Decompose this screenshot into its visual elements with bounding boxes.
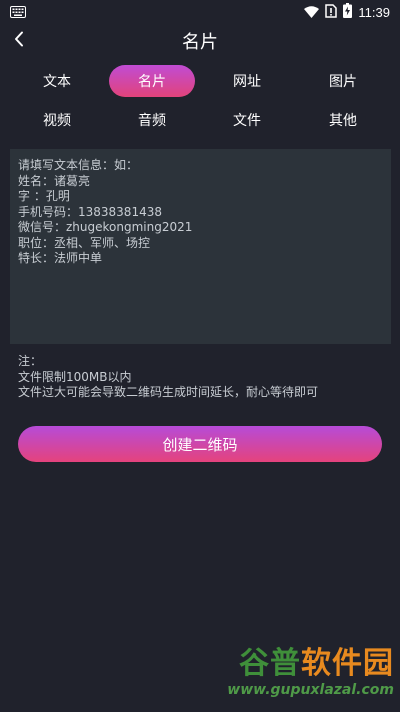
- page-title: 名片: [182, 32, 218, 53]
- watermark-title: 谷普软件园: [239, 647, 394, 681]
- watermark-title-part2: 软件园: [301, 646, 394, 681]
- status-bar: 11:39: [0, 0, 400, 24]
- tab-file[interactable]: 文件: [199, 104, 295, 136]
- header: 名片: [0, 24, 400, 58]
- battery-charging-icon: [343, 2, 353, 22]
- note: 注： 文件限制100MB以内 文件过大可能会导致二维码生成时间延长，耐心等待即可: [18, 354, 388, 401]
- tab-other[interactable]: 其他: [295, 104, 391, 136]
- tab-image[interactable]: 图片: [295, 65, 391, 97]
- tab-video[interactable]: 视频: [9, 104, 105, 136]
- keyboard-icon: [10, 3, 26, 22]
- tab-business-card[interactable]: 名片: [109, 65, 195, 97]
- note-line-2: 文件过大可能会导致二维码生成时间延长，耐心等待即可: [18, 385, 319, 399]
- back-button[interactable]: [8, 27, 30, 55]
- tabs-row-1: 文本 名片 网址 图片: [0, 65, 400, 97]
- no-sim-icon: [325, 3, 338, 22]
- chevron-left-icon: [14, 31, 24, 51]
- tab-audio[interactable]: 音频: [109, 104, 195, 136]
- note-label: 注：: [18, 354, 43, 368]
- status-time: 11:39: [358, 4, 390, 20]
- watermark-url: www.gupuxlazal.com: [227, 682, 394, 698]
- watermark-logo: 谷普软件园 www.gupuxlazal.com: [214, 647, 394, 707]
- tabs-row-2: 视频 音频 文件 其他: [0, 104, 400, 136]
- tab-text[interactable]: 文本: [9, 65, 105, 97]
- watermark-title-part1: 谷普: [239, 646, 301, 681]
- text-input[interactable]: 请填写文本信息：如： 姓名：诸葛亮 字 ：孔明 手机号码：13838381438…: [10, 149, 391, 344]
- tab-url[interactable]: 网址: [199, 65, 295, 97]
- wifi-icon: [304, 3, 320, 22]
- create-qrcode-button[interactable]: 创建二维码: [18, 426, 382, 462]
- note-line-1: 文件限制100MB以内: [18, 369, 132, 384]
